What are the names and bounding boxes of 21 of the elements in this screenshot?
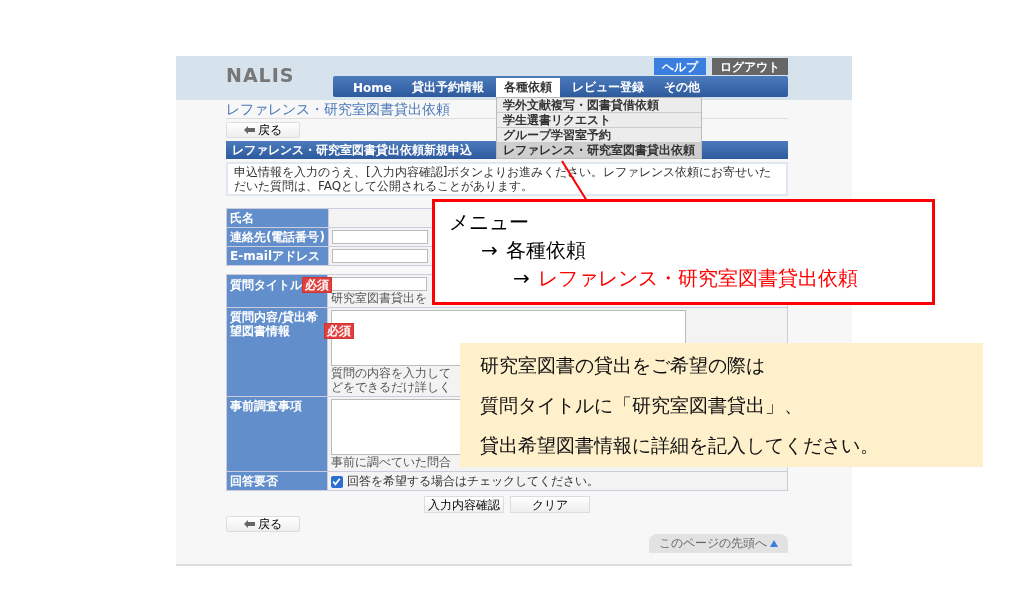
- callout-text: メニュー: [449, 209, 529, 236]
- callout-text: レファレンス・研究室図書貸出依頼: [537, 265, 858, 292]
- hint-text: どをできるだけ詳しく: [331, 380, 451, 394]
- field-label: 氏名: [226, 208, 329, 228]
- field-label: 質問タイトル: [230, 278, 302, 292]
- field-label: 回答要否: [230, 474, 278, 488]
- field-label: 事前調査事項: [230, 399, 302, 413]
- checkbox-label: 回答を希望する場合はチェックしてください。: [347, 474, 599, 488]
- arrow-text: →: [481, 237, 498, 264]
- note-text: 貸出希望図書情報に詳細を記入してください。: [480, 433, 880, 458]
- note-text: 質問タイトルに「研究室図書貸出」、: [480, 393, 804, 418]
- hint-text: 質問の内容を入力して: [331, 366, 451, 380]
- logo: NALIS: [226, 64, 295, 88]
- note-text: 研究室図書の貸出をご希望の際は: [480, 353, 766, 378]
- callout-text: 各種依頼: [505, 237, 586, 264]
- hint-text: 事前に調べていた問合: [331, 455, 451, 469]
- required-badge: 必須: [324, 323, 354, 339]
- arrow-text: →: [513, 265, 530, 292]
- field-label: 質問内容/貸出希望図書情報: [230, 310, 320, 338]
- required-badge: 必須: [302, 277, 332, 293]
- hint-text: 研究室図書貸出を: [331, 291, 427, 305]
